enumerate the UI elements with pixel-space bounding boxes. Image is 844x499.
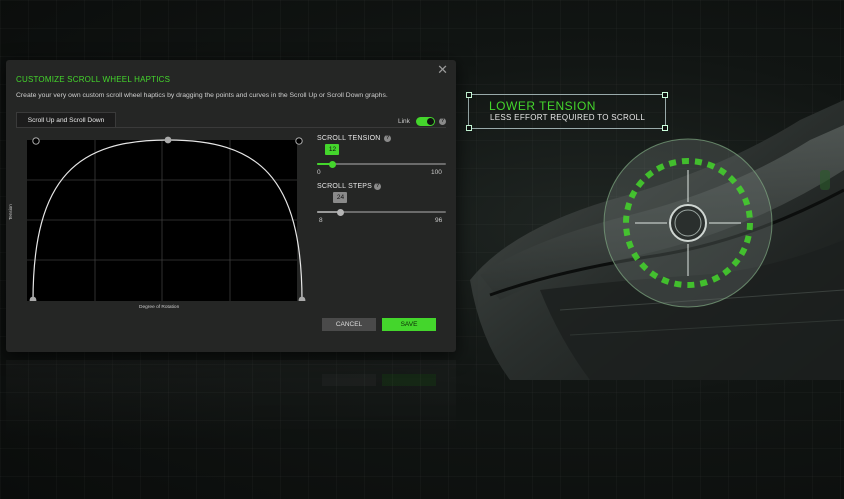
scroll-steps-min: 8 bbox=[319, 217, 323, 224]
haptic-ring bbox=[603, 138, 773, 308]
scroll-steps-label: SCROLL STEPS bbox=[317, 183, 373, 190]
curve-point[interactable] bbox=[164, 136, 172, 144]
dialog-title: CUSTOMIZE SCROLL WHEEL HAPTICS bbox=[16, 75, 171, 84]
scroll-steps-max: 96 bbox=[435, 217, 443, 224]
scroll-tension-slider[interactable] bbox=[317, 160, 446, 168]
haptic-curve-graph[interactable] bbox=[19, 135, 309, 301]
curve-point[interactable] bbox=[298, 296, 306, 301]
tab-divider bbox=[16, 127, 446, 128]
dialog-reflection bbox=[6, 360, 456, 440]
info-icon[interactable]: ? bbox=[439, 118, 446, 125]
save-button[interactable]: SAVE bbox=[382, 318, 436, 331]
info-icon[interactable]: ? bbox=[384, 135, 391, 142]
callout-corner bbox=[466, 92, 472, 98]
scroll-tension-thumb[interactable] bbox=[328, 160, 336, 168]
graph-y-label: Tension bbox=[8, 204, 13, 220]
callout-corner bbox=[662, 92, 668, 98]
callout-subline: LESS EFFORT REQUIRED TO SCROLL bbox=[490, 113, 646, 122]
info-icon[interactable]: ? bbox=[374, 183, 381, 190]
graph-x-label: Degree of Rotation bbox=[139, 305, 180, 310]
callout-headline: LOWER TENSION bbox=[489, 99, 596, 113]
callout-corner bbox=[662, 125, 668, 131]
scroll-steps-value: 24 bbox=[333, 192, 348, 203]
haptics-dialog: ✕ CUSTOMIZE SCROLL WHEEL HAPTICS Create … bbox=[6, 60, 456, 352]
reflection-cancel bbox=[322, 374, 376, 386]
scroll-steps-slider[interactable] bbox=[317, 208, 446, 216]
scroll-steps-thumb[interactable] bbox=[336, 208, 344, 216]
scroll-tension-label: SCROLL TENSION bbox=[317, 135, 381, 142]
callout-corner bbox=[466, 125, 472, 131]
close-icon[interactable]: ✕ bbox=[437, 62, 448, 78]
cancel-button[interactable]: CANCEL bbox=[322, 318, 376, 331]
dialog-description: Create your very own custom scroll wheel… bbox=[16, 92, 388, 99]
link-toggle[interactable] bbox=[416, 117, 435, 126]
scroll-tension-max: 100 bbox=[431, 169, 442, 176]
scroll-tension-value: 12 bbox=[325, 144, 340, 155]
scroll-tension-min: 0 bbox=[317, 169, 321, 176]
lower-tension-callout: LOWER TENSION LESS EFFORT REQUIRED TO SC… bbox=[466, 92, 668, 131]
toggle-knob bbox=[427, 118, 434, 125]
curve-handle[interactable] bbox=[32, 137, 40, 145]
link-label: Link bbox=[398, 118, 410, 125]
reflection-save bbox=[382, 374, 436, 386]
curve-handle[interactable] bbox=[295, 137, 303, 145]
tab-scroll-up-down[interactable]: Scroll Up and Scroll Down bbox=[16, 112, 116, 128]
